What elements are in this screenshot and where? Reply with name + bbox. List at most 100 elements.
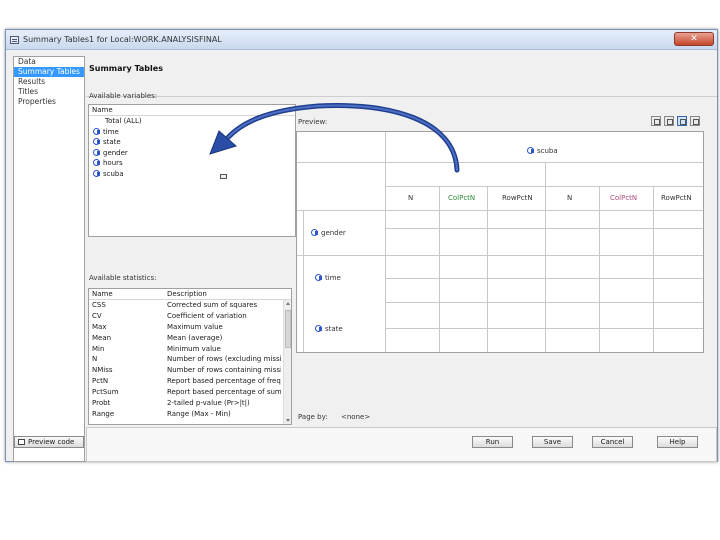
navigation-pane: Data Summary Tables Results Titles Prope… [13,56,85,462]
variable-icon [93,158,101,166]
statistic-description: 2-tailed p-value (Pr>|t|) [167,399,250,408]
help-button[interactable]: Help [657,436,698,448]
statistic-description: Maximum value [167,322,223,331]
row-variable-state[interactable]: state [315,324,343,333]
window-title: Summary Tables1 for Local:WORK.ANALYSISF… [23,35,222,44]
available-variables-label: Available variables: [89,92,158,100]
toolbar-redo-icon[interactable] [664,116,674,126]
statistic-row[interactable]: Range Range (Max - Min) [89,409,291,420]
page-title: Summary Tables [89,64,163,73]
toolbar-undo-icon[interactable] [651,116,661,126]
nav-item-properties[interactable]: Properties [14,97,84,107]
variable-icon [93,148,101,156]
preview-toolbar [651,116,700,126]
variable-icon [311,228,319,236]
summary-tables-dialog: Summary Tables1 for Local:WORK.ANALYSISF… [5,29,718,462]
statistic-row[interactable]: CSS Corrected sum of squares [89,300,291,311]
variable-gender[interactable]: gender [89,148,295,159]
preview-code-button[interactable]: Preview code [14,436,84,448]
preview-code-icon [18,439,25,445]
grid-line [385,132,386,352]
statistic-row[interactable]: CV Coefficient of variation [89,311,291,322]
statistic-row[interactable]: N Number of rows (excluding missing... [89,354,291,365]
statistic-row[interactable]: PctSum Report based percentage of sum (..… [89,387,291,398]
statistic-row[interactable]: Mean Mean (average) [89,333,291,344]
nav-item-results[interactable]: Results [14,77,84,87]
scroll-up-icon[interactable] [286,302,290,305]
statistics-name-header[interactable]: Name [89,289,165,299]
drag-cursor-icon [220,174,227,179]
stat-header-n[interactable]: N [408,194,413,202]
variables-name-header[interactable]: Name [89,105,295,116]
statistic-name: N [92,355,98,364]
toolbar-layout-icon[interactable] [677,116,687,126]
preview-label: Preview: [298,118,328,126]
scroll-thumb[interactable] [285,310,291,348]
stat-header-rowpctn[interactable]: RowPctN [502,194,533,202]
page-by-value[interactable]: <none> [341,413,370,421]
statistics-description-header[interactable]: Description [165,289,281,299]
grid-line [653,186,654,352]
variable-icon [527,146,535,154]
run-button[interactable]: Run [472,436,513,448]
variable-hours[interactable]: hours [89,158,295,169]
statistic-row[interactable]: Probt 2-tailed p-value (Pr>|t|) [89,398,291,409]
statistic-name: PctN [92,377,109,386]
statistic-name: Range [92,409,115,418]
statistics-header-row: Name Description [89,289,291,300]
window-icon [10,36,19,44]
grid-line [297,162,703,163]
row-variable-gender[interactable]: gender [311,228,346,237]
variable-icon [93,127,101,135]
stat-header-rowpctn[interactable]: RowPctN [661,194,692,202]
statistic-description: Coefficient of variation [167,311,247,320]
statistic-row[interactable]: NMiss Number of rows containing missing..… [89,365,291,376]
statistic-name: Max [92,322,107,331]
cancel-button[interactable]: Cancel [592,436,633,448]
grid-line [303,210,304,352]
row-variable-time[interactable]: time [315,273,341,282]
close-button[interactable]: ✕ [674,32,714,46]
stat-header-n[interactable]: N [567,194,572,202]
statistic-description: Range (Max - Min) [167,409,231,418]
save-button[interactable]: Save [532,436,573,448]
statistic-description: Report based percentage of frequ... [167,377,281,386]
variable-scuba[interactable]: scuba [89,169,295,180]
statistic-row[interactable]: Max Maximum value [89,322,291,333]
variable-total-all[interactable]: Total (ALL) [89,116,295,127]
scroll-down-icon[interactable] [286,419,290,422]
statistic-description: Number of rows (excluding missing... [167,355,281,364]
stat-header-colpctn[interactable]: ColPctN [448,194,475,202]
grid-line [545,162,546,352]
nav-item-data[interactable]: Data [14,57,84,67]
statistic-row[interactable]: Min Minimum value [89,344,291,355]
statistic-name: Mean [92,333,112,342]
toolbar-options-icon[interactable] [690,116,700,126]
variable-time[interactable]: time [89,127,295,138]
variable-icon [93,169,101,177]
available-variables-list[interactable]: Name Total (ALL) time state gender hours… [88,104,296,237]
preview-table[interactable]: scuba N ColPctN RowPctN N ColPctN RowPct… [296,131,704,353]
statistic-description: Mean (average) [167,333,223,342]
grid-line [599,186,600,352]
statistic-name: Probt [92,399,111,408]
statistic-description: Corrected sum of squares [167,301,258,309]
available-statistics-grid[interactable]: Name Description CSS Corrected sum of squ… [88,288,292,425]
page-by-label: Page by: [298,413,328,421]
variable-icon [315,324,323,332]
grid-line [439,186,440,352]
stat-header-colpctn[interactable]: ColPctN [610,194,637,202]
nav-item-titles[interactable]: Titles [14,87,84,97]
nav-item-summary-tables[interactable]: Summary Tables [14,67,84,77]
column-variable-header[interactable]: scuba [527,146,558,155]
variable-state[interactable]: state [89,137,295,148]
statistic-name: Min [92,344,105,353]
statistics-scrollbar[interactable] [283,300,291,424]
title-bar[interactable]: Summary Tables1 for Local:WORK.ANALYSISF… [6,30,717,50]
statistic-row[interactable]: PctN Report based percentage of frequ... [89,376,291,387]
grid-line [297,210,703,211]
statistic-description: Minimum value [167,344,221,353]
statistic-description: Number of rows containing missing... [167,366,281,375]
statistic-description: Report based percentage of sum (... [167,388,281,397]
statistic-name: CV [92,311,102,320]
